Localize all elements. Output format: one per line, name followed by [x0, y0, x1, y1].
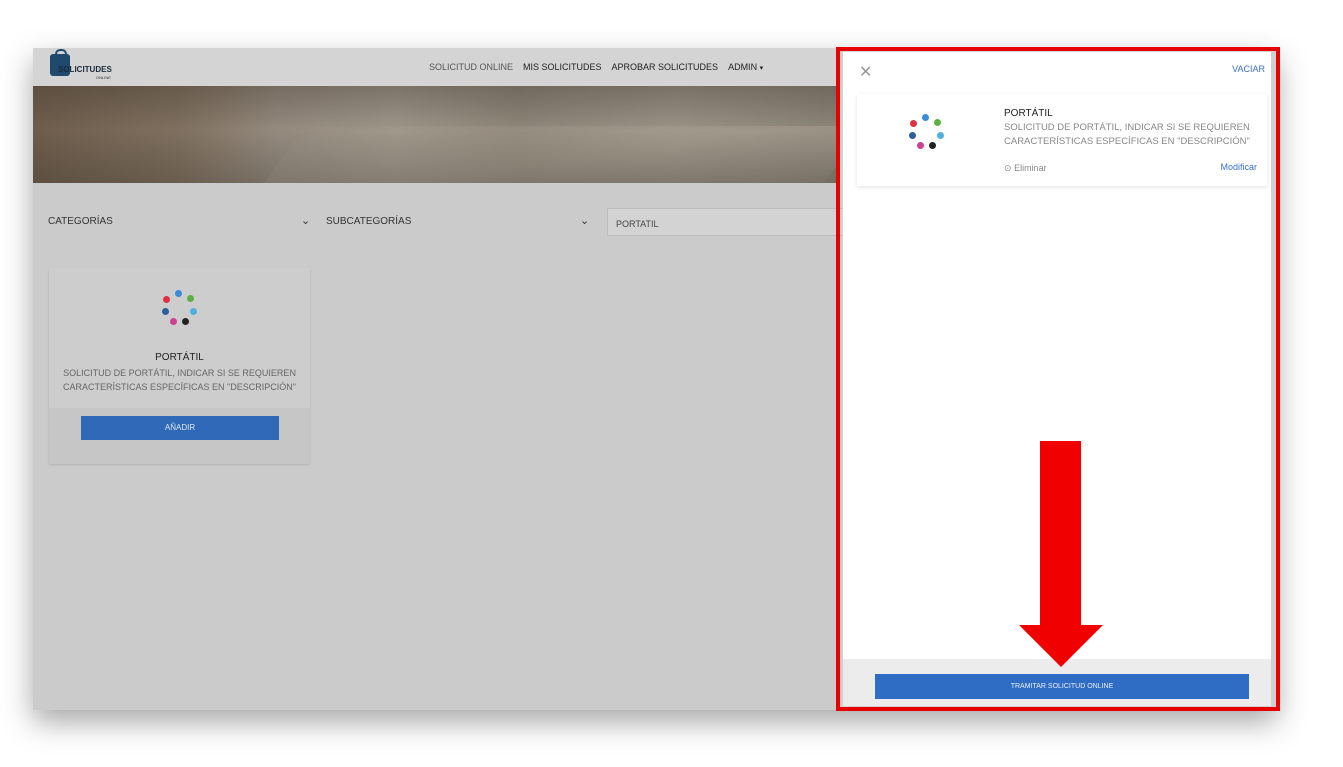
- arrow-head-icon: [1019, 625, 1103, 667]
- subcategories-select[interactable]: SUBCATEGORÍAS ⌄: [326, 208, 591, 238]
- chevron-down-icon: ⌄: [301, 215, 311, 227]
- nav-aprobar-solicitudes[interactable]: APROBAR SOLICITUDES: [612, 62, 719, 72]
- product-card-body: PORTÁTIL SOLICITUD DE PORTÁTIL, INDICAR …: [49, 268, 310, 408]
- nav-admin[interactable]: ADMIN ▾: [728, 62, 763, 72]
- top-navbar: SOLICITUDES ONLINE SOLICITUD ONLINE MIS …: [33, 48, 839, 86]
- product-description: SOLICITUD DE PORTÁTIL, INDICAR SI SE REQ…: [63, 368, 296, 392]
- arrow-down-icon: [1040, 441, 1081, 627]
- search-input[interactable]: PORTATIL: [607, 208, 847, 236]
- nav-admin-label: ADMIN: [728, 62, 758, 72]
- nav-solicitud-online[interactable]: SOLICITUD ONLINE: [429, 62, 513, 72]
- product-card: PORTÁTIL SOLICITUD DE PORTÁTIL, INDICAR …: [49, 268, 310, 464]
- nav-mis-solicitudes[interactable]: MIS SOLICITUDES: [523, 62, 602, 72]
- chevron-down-icon: ⌄: [580, 215, 590, 227]
- main-nav: SOLICITUD ONLINE MIS SOLICITUDES APROBAR…: [429, 62, 763, 72]
- subcategories-label: SUBCATEGORÍAS: [326, 216, 412, 227]
- app-logo[interactable]: SOLICITUDES ONLINE: [48, 49, 118, 82]
- filter-bar: CATEGORÍAS ⌄ SUBCATEGORÍAS ⌄ PORTATIL: [33, 208, 847, 238]
- add-button[interactable]: AÑADIR: [81, 416, 279, 440]
- catalog-page: SOLICITUDES ONLINE SOLICITUD ONLINE MIS …: [33, 48, 847, 710]
- categories-select[interactable]: CATEGORÍAS ⌄: [48, 208, 313, 238]
- banner-shade: [33, 86, 839, 183]
- hero-banner: [33, 86, 839, 183]
- categories-label: CATEGORÍAS: [48, 216, 113, 227]
- logo-subtext: ONLINE: [96, 75, 111, 80]
- caret-down-icon: ▾: [759, 65, 764, 72]
- product-title: PORTÁTIL: [155, 352, 204, 363]
- logo-text: SOLICITUDES: [58, 65, 112, 74]
- product-logo: [160, 288, 200, 328]
